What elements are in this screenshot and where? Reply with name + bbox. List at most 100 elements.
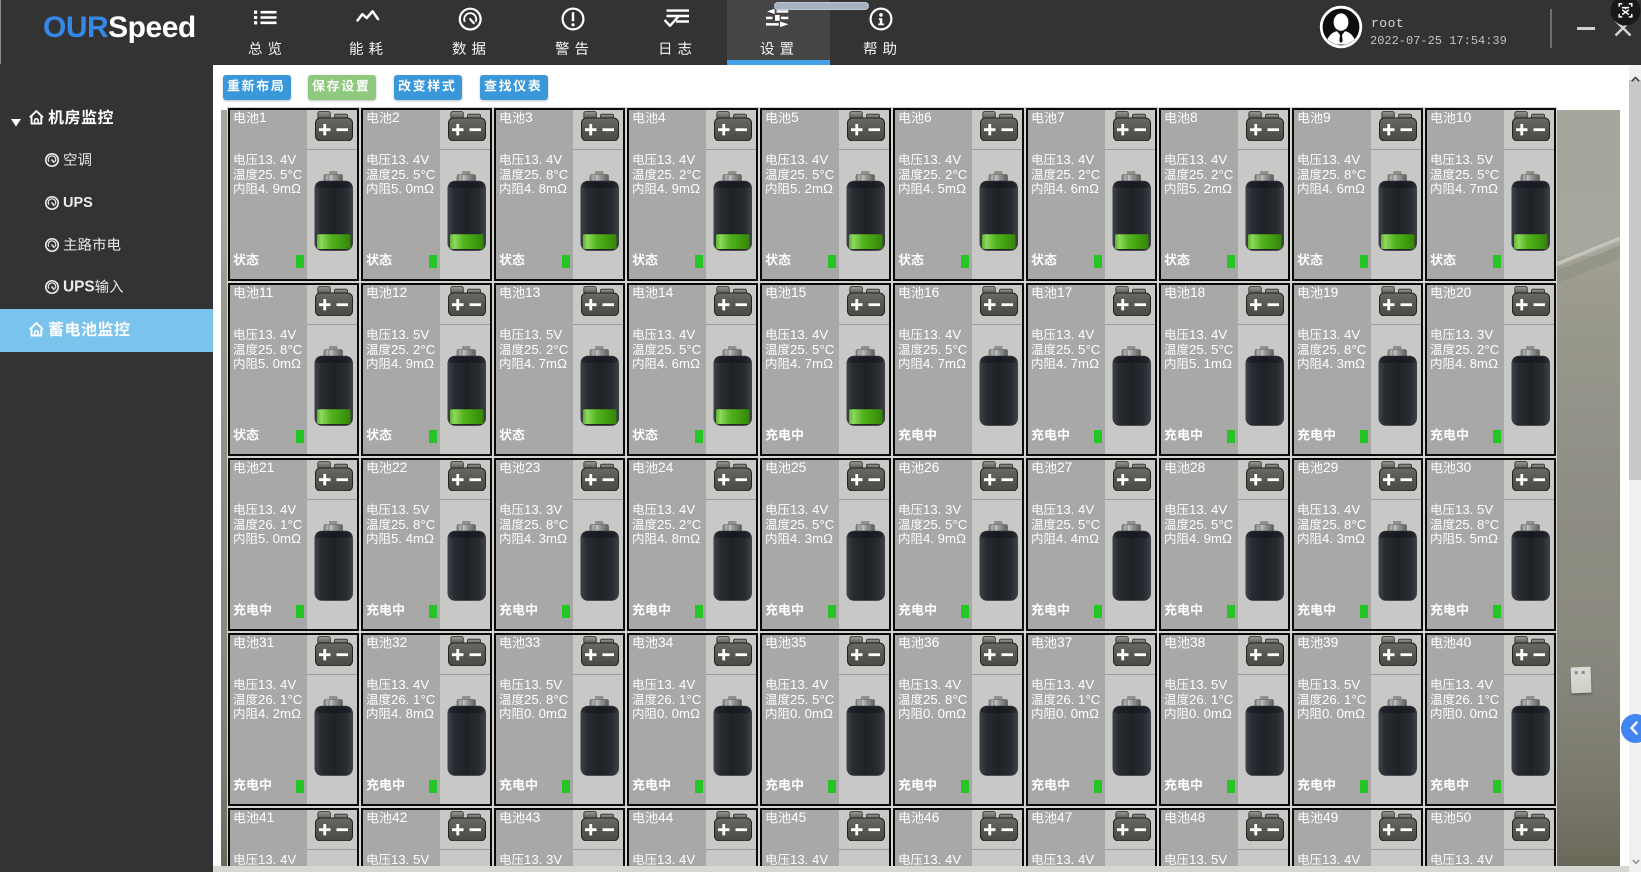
svg-text:13. 4V: 13. 4V bbox=[258, 152, 296, 167]
svg-text:26. 1: 26. 1 bbox=[1189, 691, 1218, 706]
svg-text:13. 4V: 13. 4V bbox=[1189, 152, 1227, 167]
svg-text:25. 2: 25. 2 bbox=[923, 166, 952, 181]
svg-text:26. 1: 26. 1 bbox=[1455, 691, 1484, 706]
svg-text:13. 4V: 13. 4V bbox=[1056, 152, 1094, 167]
svg-text:25. 8: 25. 8 bbox=[391, 516, 420, 531]
svg-text:0. 0m: 0. 0m bbox=[1322, 706, 1355, 721]
svg-text:°C: °C bbox=[554, 691, 569, 706]
svg-text:5. 0m: 5. 0m bbox=[391, 181, 424, 196]
svg-text:13. 4V: 13. 4V bbox=[1322, 327, 1360, 342]
svg-text:50: 50 bbox=[1456, 810, 1472, 825]
svg-text:27: 27 bbox=[1057, 460, 1072, 475]
svg-text:4. 5m: 4. 5m bbox=[923, 181, 956, 196]
svg-text:Ω: Ω bbox=[557, 181, 567, 196]
svg-text:°C: °C bbox=[1485, 691, 1500, 706]
svg-text:38: 38 bbox=[1190, 635, 1206, 650]
svg-text:8: 8 bbox=[1190, 110, 1198, 125]
svg-text:Ω: Ω bbox=[1488, 531, 1498, 546]
svg-text:13. 4V: 13. 4V bbox=[1322, 852, 1360, 866]
svg-text:13: 13 bbox=[525, 285, 541, 300]
svg-text:13. 4V: 13. 4V bbox=[790, 152, 828, 167]
svg-text:25. 5: 25. 5 bbox=[1056, 341, 1085, 356]
svg-text:34: 34 bbox=[658, 635, 674, 650]
svg-text:25. 8: 25. 8 bbox=[524, 691, 553, 706]
svg-text:25. 8: 25. 8 bbox=[1322, 341, 1351, 356]
svg-text:31: 31 bbox=[259, 635, 274, 650]
svg-text:25: 25 bbox=[791, 460, 807, 475]
svg-text:4. 8m: 4. 8m bbox=[391, 706, 424, 721]
svg-text:25. 8: 25. 8 bbox=[258, 341, 287, 356]
svg-text:13. 4V: 13. 4V bbox=[1455, 677, 1493, 692]
svg-text:°C: °C bbox=[1485, 516, 1500, 531]
svg-text:26: 26 bbox=[924, 460, 940, 475]
svg-text:13. 5V: 13. 5V bbox=[391, 852, 429, 866]
svg-text:40: 40 bbox=[1456, 635, 1472, 650]
svg-text:°C: °C bbox=[1352, 516, 1367, 531]
svg-text:26. 1: 26. 1 bbox=[258, 516, 287, 531]
svg-text:°C: °C bbox=[1352, 691, 1367, 706]
svg-text:13. 5V: 13. 5V bbox=[1455, 152, 1493, 167]
svg-text:21: 21 bbox=[259, 460, 274, 475]
svg-text:Ω: Ω bbox=[690, 181, 700, 196]
svg-text:4. 7m: 4. 7m bbox=[923, 356, 956, 371]
svg-text:23: 23 bbox=[525, 460, 541, 475]
svg-text:Ω: Ω bbox=[823, 356, 833, 371]
svg-text:43: 43 bbox=[525, 810, 541, 825]
svg-text:13. 4V: 13. 4V bbox=[1056, 677, 1094, 692]
svg-text:25. 5: 25. 5 bbox=[391, 166, 420, 181]
svg-text:25. 5: 25. 5 bbox=[1056, 516, 1085, 531]
svg-text:13. 3V: 13. 3V bbox=[524, 502, 562, 517]
svg-text:14: 14 bbox=[658, 285, 674, 300]
svg-text:4. 9m: 4. 9m bbox=[1189, 531, 1222, 546]
svg-text:Ω: Ω bbox=[690, 706, 700, 721]
svg-text:44: 44 bbox=[658, 810, 674, 825]
svg-text:4. 7m: 4. 7m bbox=[1056, 356, 1089, 371]
svg-text:Ω: Ω bbox=[424, 181, 434, 196]
svg-text:Ω: Ω bbox=[1089, 181, 1099, 196]
svg-text:13. 4V: 13. 4V bbox=[1455, 852, 1493, 866]
svg-text:°C: °C bbox=[1219, 341, 1234, 356]
svg-text:Ω: Ω bbox=[1355, 706, 1365, 721]
svg-text:Ω: Ω bbox=[823, 706, 833, 721]
svg-text:25. 8: 25. 8 bbox=[524, 516, 553, 531]
svg-text:13. 3V: 13. 3V bbox=[1455, 327, 1493, 342]
svg-text:°C: °C bbox=[953, 516, 968, 531]
svg-text:°C: °C bbox=[1086, 166, 1101, 181]
svg-text:°C: °C bbox=[421, 341, 436, 356]
svg-text:13. 4V: 13. 4V bbox=[1056, 327, 1094, 342]
svg-text:25. 5: 25. 5 bbox=[258, 166, 287, 181]
svg-text:25. 2: 25. 2 bbox=[524, 341, 553, 356]
svg-text:6: 6 bbox=[924, 110, 932, 125]
svg-text:25. 2: 25. 2 bbox=[1056, 166, 1085, 181]
svg-text:Ω: Ω bbox=[424, 531, 434, 546]
svg-text:2: 2 bbox=[392, 110, 400, 125]
svg-text:5. 0m: 5. 0m bbox=[258, 531, 291, 546]
svg-text:26. 1: 26. 1 bbox=[1322, 691, 1351, 706]
svg-text:39: 39 bbox=[1323, 635, 1339, 650]
svg-text:0. 0m: 0. 0m bbox=[790, 706, 823, 721]
svg-text:Ω: Ω bbox=[1089, 531, 1099, 546]
svg-text:4. 3m: 4. 3m bbox=[790, 531, 823, 546]
svg-text:25. 8: 25. 8 bbox=[1322, 516, 1351, 531]
svg-text:Ω: Ω bbox=[1089, 706, 1099, 721]
svg-text:24: 24 bbox=[658, 460, 674, 475]
svg-text:Ω: Ω bbox=[1355, 356, 1365, 371]
svg-text:°C: °C bbox=[1485, 341, 1500, 356]
svg-text:20: 20 bbox=[1456, 285, 1472, 300]
svg-text:4. 9m: 4. 9m bbox=[258, 181, 291, 196]
svg-text:13. 4V: 13. 4V bbox=[391, 677, 429, 692]
svg-text:25. 2: 25. 2 bbox=[657, 516, 686, 531]
svg-text:25. 5: 25. 5 bbox=[790, 691, 819, 706]
svg-text:13. 4V: 13. 4V bbox=[524, 152, 562, 167]
svg-text:Ω: Ω bbox=[1488, 356, 1498, 371]
svg-text:4. 9m: 4. 9m bbox=[657, 181, 690, 196]
svg-text:°C: °C bbox=[1485, 166, 1500, 181]
svg-text:Ω: Ω bbox=[291, 706, 301, 721]
svg-text:5. 1m: 5. 1m bbox=[1189, 356, 1222, 371]
svg-text:5. 5m: 5. 5m bbox=[1455, 531, 1488, 546]
svg-text:13. 5V: 13. 5V bbox=[1189, 677, 1227, 692]
svg-text:25. 5: 25. 5 bbox=[790, 516, 819, 531]
svg-text:18: 18 bbox=[1190, 285, 1206, 300]
svg-text:13. 4V: 13. 4V bbox=[657, 152, 695, 167]
svg-text:Ω: Ω bbox=[424, 706, 434, 721]
